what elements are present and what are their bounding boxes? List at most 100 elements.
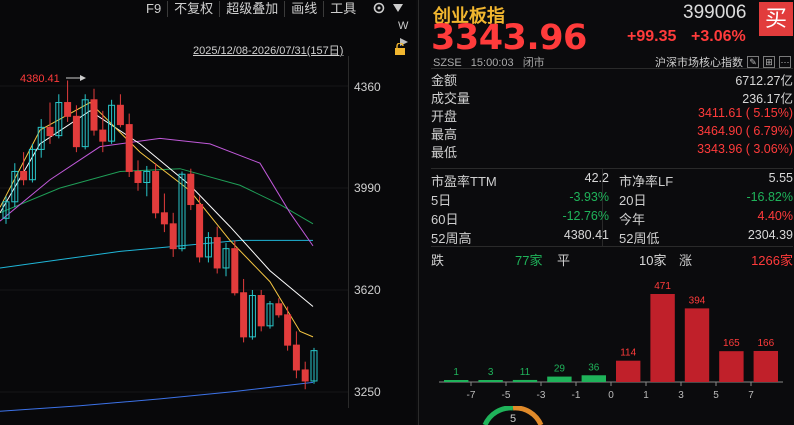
distribution-tick: -7 bbox=[467, 390, 476, 401]
metric-value: 4380.41 bbox=[563, 228, 609, 242]
stat-row: 最高 3464.90 ( 6.79%) bbox=[431, 123, 793, 142]
candle-body bbox=[292, 344, 300, 371]
candle-body bbox=[46, 126, 54, 137]
metric-value: 4.40% bbox=[757, 209, 793, 223]
stat-row: 开盘 3411.61 ( 5.15%) bbox=[431, 105, 793, 124]
candle-body bbox=[125, 124, 133, 172]
valuation-grid: 市盈率TTM 42.2 市净率LF 5.55 5日 -3.93% 20日 -16.… bbox=[431, 168, 793, 246]
toolbar-item-overlay[interactable]: 超级叠加 bbox=[219, 1, 284, 17]
tag-icon[interactable]: ⊞ bbox=[763, 56, 775, 68]
gauge-chart: 5 bbox=[482, 406, 544, 425]
toolbar-item-tools[interactable]: 工具 bbox=[323, 1, 362, 17]
stat-value: 3411.61 ( 5.15%) bbox=[698, 106, 793, 120]
chart-toolbar: F9 不复权 超级叠加 画线 工具 bbox=[140, 0, 416, 18]
triangle-down-icon[interactable] bbox=[392, 2, 404, 16]
more-icon[interactable]: ⋯ bbox=[779, 56, 791, 68]
distribution-bar-label: 1 bbox=[453, 367, 459, 378]
distribution-bar bbox=[547, 376, 572, 382]
toolbar-item-no-adjust[interactable]: 不复权 bbox=[167, 1, 219, 17]
valuation-row: 市盈率TTM 42.2 市净率LF 5.55 bbox=[431, 169, 793, 189]
distribution-bar-label: 3 bbox=[488, 367, 494, 378]
distribution-bar bbox=[478, 380, 503, 382]
distribution-bar-label: 114 bbox=[620, 348, 636, 359]
distribution-bar-label: 11 bbox=[520, 367, 531, 378]
price-change: +99.35 bbox=[627, 28, 677, 45]
axis-tick-3250: 3250 bbox=[354, 385, 381, 399]
distribution-bar-label: 166 bbox=[757, 338, 774, 349]
distribution-bar bbox=[444, 380, 469, 382]
distribution-tick: 1 bbox=[643, 390, 649, 401]
toolbar-item-f9[interactable]: F9 bbox=[140, 1, 167, 17]
metric-value: 2304.39 bbox=[747, 228, 793, 242]
kline-chart-panel[interactable]: F9 不复权 超级叠加 画线 工具 W 2025/12/08-2026/07/3… bbox=[0, 0, 416, 425]
distribution-bar-label: 394 bbox=[689, 295, 706, 306]
candle-body bbox=[231, 248, 239, 294]
metric-label: 52周低 bbox=[619, 231, 660, 246]
axis-tick-4360: 4360 bbox=[354, 80, 381, 94]
distribution-bar bbox=[719, 351, 744, 382]
metric-value: -12.76% bbox=[562, 209, 609, 223]
side-w-icon[interactable]: W bbox=[398, 20, 410, 32]
distribution-tick: -5 bbox=[502, 390, 511, 401]
distribution-chart: 1 3 11 29 36 114 471 394 165 166 -7 -5 -3 -1 0 1 3 5 7 bbox=[439, 281, 783, 401]
toolbar-item-draw-line[interactable]: 画线 bbox=[284, 1, 323, 17]
candles bbox=[2, 80, 318, 390]
metric-value: 42.2 bbox=[584, 171, 609, 185]
distribution-bar-label: 36 bbox=[588, 362, 600, 373]
ma-line bbox=[0, 381, 314, 412]
candle-body bbox=[152, 170, 160, 214]
distribution-tick: -3 bbox=[537, 390, 546, 401]
candle-body bbox=[116, 104, 124, 126]
distribution-bar bbox=[512, 379, 538, 382]
stat-row: 金额 6712.27亿 bbox=[431, 69, 793, 88]
stat-row: 最低 3343.96 ( 3.06%) bbox=[431, 141, 793, 160]
stat-label: 最低 bbox=[431, 145, 458, 160]
distribution-bar-label: 471 bbox=[654, 281, 671, 292]
price-axis bbox=[348, 56, 410, 408]
quote-stats: 金额 6712.27亿 成交量 236.17亿 开盘 3411.61 ( 5.15%… bbox=[431, 68, 793, 160]
buy-button[interactable]: 买 bbox=[759, 2, 793, 36]
candle-body bbox=[134, 170, 142, 183]
metric-value: -16.82% bbox=[746, 190, 793, 204]
candle-body bbox=[72, 115, 80, 148]
candle-body bbox=[301, 369, 309, 382]
axis-tick-3990: 3990 bbox=[354, 181, 381, 195]
edit-icon[interactable]: ✎ bbox=[747, 56, 759, 68]
candle-body bbox=[99, 129, 107, 142]
metric-value: -3.93% bbox=[569, 190, 609, 204]
distribution-bar bbox=[616, 360, 641, 382]
distribution-bar bbox=[684, 308, 710, 382]
stat-value: 3464.90 ( 6.79%) bbox=[697, 124, 793, 138]
stat-row: 成交量 236.17亿 bbox=[431, 87, 793, 106]
gauge-value: 5 bbox=[510, 413, 516, 425]
moving-average-lines bbox=[0, 101, 314, 412]
market-breadth: 跌 77家 平 10家 涨 1266家 bbox=[431, 246, 793, 268]
candle-body bbox=[20, 170, 28, 181]
candle-body bbox=[187, 173, 195, 206]
axis-tick-3620: 3620 bbox=[354, 283, 381, 297]
distribution-bar bbox=[753, 350, 778, 382]
distribution-bar bbox=[581, 375, 606, 382]
stat-value: 3343.96 ( 3.06%) bbox=[697, 142, 793, 156]
distribution-tick: 0 bbox=[608, 390, 614, 401]
metric-label: 52周高 bbox=[431, 231, 472, 246]
distribution-tick: 7 bbox=[748, 390, 754, 401]
valuation-row: 5日 -3.93% 20日 -16.82% bbox=[431, 188, 793, 208]
distribution-bar-label: 165 bbox=[723, 338, 740, 349]
metric-value: 5.55 bbox=[768, 171, 793, 185]
valuation-row: 52周高 4380.41 52周低 2304.39 bbox=[431, 226, 793, 246]
candle-body bbox=[257, 295, 265, 327]
ma-line bbox=[0, 101, 314, 338]
candle-body bbox=[284, 314, 292, 346]
gear-icon[interactable] bbox=[372, 1, 386, 18]
last-price: 3343.96 bbox=[431, 18, 587, 58]
ma-line bbox=[0, 239, 313, 269]
valuation-row: 60日 -12.76% 今年 4.40% bbox=[431, 207, 793, 227]
distribution-bar-label: 29 bbox=[554, 364, 566, 375]
candle-body bbox=[275, 303, 283, 316]
candle-body bbox=[160, 212, 168, 225]
peak-label: 4380.41 bbox=[20, 73, 60, 85]
distribution-tick: 3 bbox=[678, 390, 684, 401]
candle-body bbox=[240, 292, 248, 338]
candle-body bbox=[64, 102, 72, 117]
